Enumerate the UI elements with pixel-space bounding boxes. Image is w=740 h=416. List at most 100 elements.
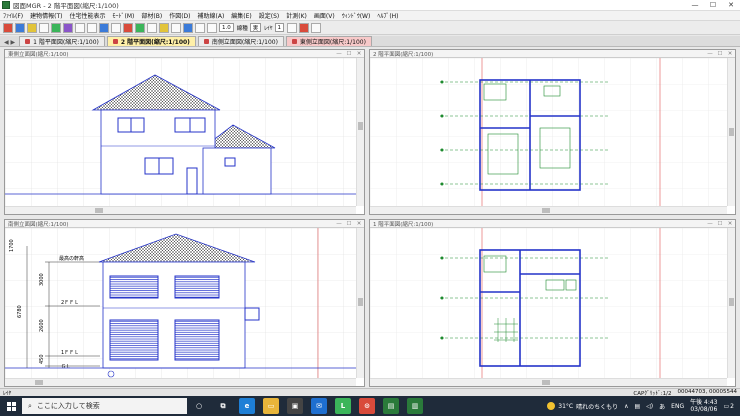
dimension-icon[interactable] [195,22,205,33]
pane-close-button[interactable]: ✕ [354,51,364,57]
pane-maximize-button[interactable]: ☐ [344,51,354,57]
scroll-thumb[interactable] [35,380,43,385]
zoom-icon[interactable] [311,22,322,33]
start-button[interactable] [0,396,22,416]
taskbar-search[interactable]: ⌕ ここに入力して検索 [22,398,187,414]
scroll-thumb[interactable] [542,380,550,385]
open-icon[interactable] [15,22,25,33]
menu-mode[interactable]: ﾓｰﾄﾞ(M) [113,11,135,20]
menu-measure[interactable]: 計測(K) [286,11,307,20]
task-view-icon[interactable]: ⧉ [215,398,231,414]
menu-file[interactable]: ﾌｧｲﾙ(F) [3,11,23,20]
vertical-scrollbar[interactable] [356,58,364,206]
drawing-canvas[interactable] [5,58,356,206]
tab-south-elevation[interactable]: 南側立面図(縮尺:1/100) [197,36,284,46]
menu-aux-line[interactable]: 補助線(A) [198,11,225,20]
menu-parts[interactable]: 部材(B) [141,11,162,20]
scroll-thumb[interactable] [95,208,103,213]
vertical-scrollbar[interactable] [727,58,735,206]
scale-field[interactable]: 1.0 [219,23,234,32]
zumen-mgr-icon[interactable]: ▤ [383,398,399,414]
menu-building-info[interactable]: 建物情報(T) [30,11,62,20]
pane-minimize-button[interactable]: — [334,221,344,227]
tray-chevron-icon[interactable]: ∧ [624,403,628,410]
roof-icon[interactable] [183,22,193,33]
drawing-canvas[interactable] [370,228,727,378]
save-icon[interactable] [27,22,37,33]
notification-icon[interactable]: ▭ 2 [724,403,735,410]
pane-minimize-button[interactable]: — [705,221,715,227]
line-type-select[interactable]: 実 [249,23,262,32]
language-indicator[interactable]: ENG [671,403,684,410]
tab-east-elevation[interactable]: 東側立面図(縮尺:1/100) [285,36,372,46]
pane-minimize-button[interactable]: — [705,51,715,57]
horizontal-scrollbar[interactable] [370,378,727,386]
zumen-viewer-icon[interactable]: ▥ [407,398,423,414]
horizontal-scrollbar[interactable] [5,378,356,386]
vertical-scrollbar[interactable] [356,228,364,378]
menu-help[interactable]: ﾍﾙﾌﾟ(H) [377,11,398,20]
new-icon[interactable] [3,22,13,33]
pane-close-button[interactable]: ✕ [354,221,364,227]
scroll-thumb[interactable] [542,208,550,213]
menu-performance[interactable]: 住宅性能表示 [70,11,106,20]
select-icon[interactable] [111,22,121,33]
store-icon[interactable]: ▣ [287,398,303,414]
edge-icon[interactable]: e [239,398,255,414]
app-cad-icon[interactable]: ⊙ [359,398,375,414]
grid-icon[interactable] [287,22,298,33]
minimize-button[interactable]: — [686,1,704,9]
redo-icon[interactable] [63,22,73,33]
print-icon[interactable] [39,22,49,33]
layer-select[interactable]: 1 [274,23,285,32]
pane-maximize-button[interactable]: ☐ [715,221,725,227]
horizontal-scrollbar[interactable] [5,206,356,214]
maximize-button[interactable]: ☐ [704,1,722,9]
pane-south-elevation[interactable]: 南側立面図(縮尺:1/100) — ☐ ✕ 1700 3000 2600 450… [4,219,365,387]
volume-icon[interactable]: ◁) [646,403,653,410]
menu-window[interactable]: ｳｨﾝﾄﾞｳ(W) [342,11,371,20]
tab-2f-plan[interactable]: 2 階平面図(縮尺:1/100) [106,36,196,46]
tab-1f-plan[interactable]: 1 階平面図(縮尺:1/100) [19,36,105,46]
undo-icon[interactable] [51,22,61,33]
file-explorer-icon[interactable]: ▭ [263,398,279,414]
app-l-icon[interactable]: L [335,398,351,414]
menu-draw[interactable]: 作図(D) [169,11,190,20]
menu-settings[interactable]: 設定(S) [259,11,280,20]
text-icon[interactable] [207,22,217,33]
mail-icon[interactable]: ✉ [311,398,327,414]
horizontal-scrollbar[interactable] [370,206,727,214]
taskbar-clock[interactable]: 午後 4:43 03/08/06 [690,399,717,413]
menu-view[interactable]: 画面(V) [314,11,335,20]
menu-edit[interactable]: 編集(E) [231,11,251,20]
color-icon[interactable] [299,22,310,33]
tab-scroll-arrows[interactable]: ◀ ▶ [4,39,15,46]
door-icon[interactable] [147,22,157,33]
pane-2f-plan[interactable]: 2 階平面図(縮尺:1/100) — ☐ ✕ [369,49,736,215]
network-icon[interactable]: ▤ [635,403,641,410]
pane-1f-plan[interactable]: 1 階平面図(縮尺:1/100) — ☐ ✕ [369,219,736,387]
window-tool-icon[interactable] [159,22,169,33]
vertical-scrollbar[interactable] [727,228,735,378]
weather-widget[interactable]: 31°C 晴れのちくもり [547,402,618,411]
cortana-icon[interactable]: ○ [191,398,207,414]
pane-close-button[interactable]: ✕ [725,51,735,57]
drawing-canvas[interactable]: 1700 3000 2600 450 6780 最高の軒高 2ＦＦＬ 1ＦＦＬ … [5,228,356,378]
scroll-thumb[interactable] [729,298,734,306]
stair-icon[interactable] [171,22,181,33]
pane-maximize-button[interactable]: ☐ [715,51,725,57]
pane-east-elevation[interactable]: 東側立面図(縮尺:1/100) — ☐ ✕ [4,49,365,215]
pane-maximize-button[interactable]: ☐ [344,221,354,227]
scroll-thumb[interactable] [358,298,363,306]
paste-icon[interactable] [99,22,109,33]
room-icon[interactable] [135,22,145,33]
cut-icon[interactable] [75,22,85,33]
ime-indicator[interactable]: あ [659,402,665,411]
copy-icon[interactable] [87,22,97,33]
pane-minimize-button[interactable]: — [334,51,344,57]
close-button[interactable]: ✕ [722,1,740,9]
scroll-thumb[interactable] [358,122,363,130]
wall-icon[interactable] [123,22,133,33]
pane-close-button[interactable]: ✕ [725,221,735,227]
scroll-thumb[interactable] [729,128,734,136]
